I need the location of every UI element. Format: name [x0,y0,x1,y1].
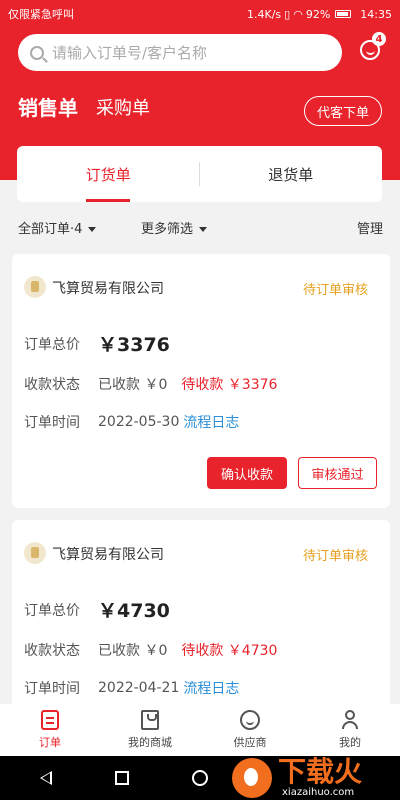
tab-purchase-orders[interactable]: 采购单 [96,94,150,120]
bottom-nav: 订单 我的商城 供应商 我的 [0,704,400,756]
chevron-down-icon [199,226,208,232]
user-icon [341,710,359,730]
confirm-payment-button[interactable]: 确认收款 [207,457,287,489]
paid-amount: 已收款 ￥0 [98,643,168,659]
all-orders-filter[interactable]: 全部订单·4 [18,218,97,237]
carrier-text: 仅限紧急呼叫 [8,8,74,21]
nav-orders[interactable]: 订单 [0,704,100,756]
payment-row: 收款状态 已收款 ￥0 待收款 ￥4730 [24,640,277,660]
chevron-down-icon [88,226,97,232]
more-filters[interactable]: 更多筛选 [141,218,208,237]
vibrate-icon: ▯ [284,7,291,21]
order-card[interactable]: 飞算贸易有限公司 待订单审核 订单总价 ￥4730 收款状态 已收款 ￥0 待收… [12,520,390,720]
recent-apps-icon[interactable] [115,771,129,785]
total-row: 订单总价 ￥3376 [24,330,170,357]
total-label: 订单总价 [24,336,80,353]
home-icon[interactable] [192,770,208,786]
status-icons: 1.4K/s ▯ ◠ 92% 14:35 [247,8,392,21]
order-status: 待订单审核 [302,283,368,298]
message-badge: 4 [372,32,386,46]
total-row: 订单总价 ￥4730 [24,596,170,623]
time-row: 订单时间 2022-04-21 流程日志 [24,678,239,698]
watermark-text: 下载火 xiazaihuo.com [278,757,362,799]
order-date: 2022-04-21 [98,680,180,696]
nav-supplier-label: 供应商 [233,736,267,749]
tab-return[interactable]: 退货单 [200,146,383,202]
message-button[interactable]: 4 [358,32,386,62]
order-card[interactable]: 飞算贸易有限公司 待订单审核 订单总价 ￥3376 收款状态 已收款 ￥0 待收… [12,254,390,508]
time-row: 订单时间 2022-05-30 流程日志 [24,412,239,432]
company-logo [24,276,46,298]
status-bar: 仅限紧急呼叫 1.4K/s ▯ ◠ 92% 14:35 [0,0,400,28]
process-log-link[interactable]: 流程日志 [183,412,239,432]
company-logo [24,542,46,564]
payment-label: 收款状态 [24,377,80,393]
supplier-icon [240,710,260,730]
watermark: 下载火 xiazaihuo.com [232,756,400,800]
search-icon [30,45,44,60]
battery-percent: 92% [305,7,331,21]
process-log-link[interactable]: 流程日志 [183,678,239,698]
wifi-icon: ◠ [293,7,303,21]
nav-mine-label: 我的 [339,736,361,749]
more-filters-label: 更多筛选 [141,221,194,237]
company-name: 飞算贸易有限公司 [52,547,164,563]
tab-order[interactable]: 订货单 [17,146,200,202]
approve-button[interactable]: 审核通过 [298,457,377,489]
payment-label: 收款状态 [24,643,80,659]
back-icon[interactable] [40,771,52,785]
nav-supplier[interactable]: 供应商 [200,704,300,756]
proxy-order-button[interactable]: 代客下单 [304,96,382,126]
unpaid-amount: 待收款 ￥3376 [181,377,278,393]
nav-mine[interactable]: 我的 [300,704,400,756]
total-label: 订单总价 [24,602,80,619]
order-icon [41,710,59,730]
clock: 14:35 [360,7,392,21]
tab-sales-orders[interactable]: 销售单 [18,92,78,121]
shopping-bag-icon [141,710,159,730]
battery-icon [335,10,352,18]
search-placeholder: 请输入订单号/客户名称 [52,44,208,62]
order-date: 2022-05-30 [98,414,180,430]
payment-row: 收款状态 已收款 ￥0 待收款 ￥3376 [24,374,277,394]
search-input[interactable]: 请输入订单号/客户名称 [18,34,342,71]
watermark-brand: 下载火 [278,755,363,788]
nav-orders-label: 订单 [39,736,61,749]
total-value: ￥3376 [98,334,170,356]
flame-logo-icon [232,758,272,798]
all-orders-label: 全部订单·4 [18,221,83,237]
order-type-tabs: 订货单 退货单 [17,146,382,202]
company-name: 飞算贸易有限公司 [52,281,164,297]
time-label: 订单时间 [24,415,80,431]
network-speed: 1.4K/s [247,7,282,21]
manage-button[interactable]: 管理 [357,218,383,237]
paid-amount: 已收款 ￥0 [98,377,168,393]
total-value: ￥4730 [98,600,170,622]
unpaid-amount: 待收款 ￥4730 [181,643,278,659]
nav-my-shop-label: 我的商城 [128,736,172,749]
order-status: 待订单审核 [302,549,368,564]
nav-my-shop[interactable]: 我的商城 [100,704,200,756]
watermark-url: xiazaihuo.com [282,787,355,798]
filter-bar: 全部订单·4 更多筛选 管理 [0,212,400,242]
time-label: 订单时间 [24,681,80,697]
